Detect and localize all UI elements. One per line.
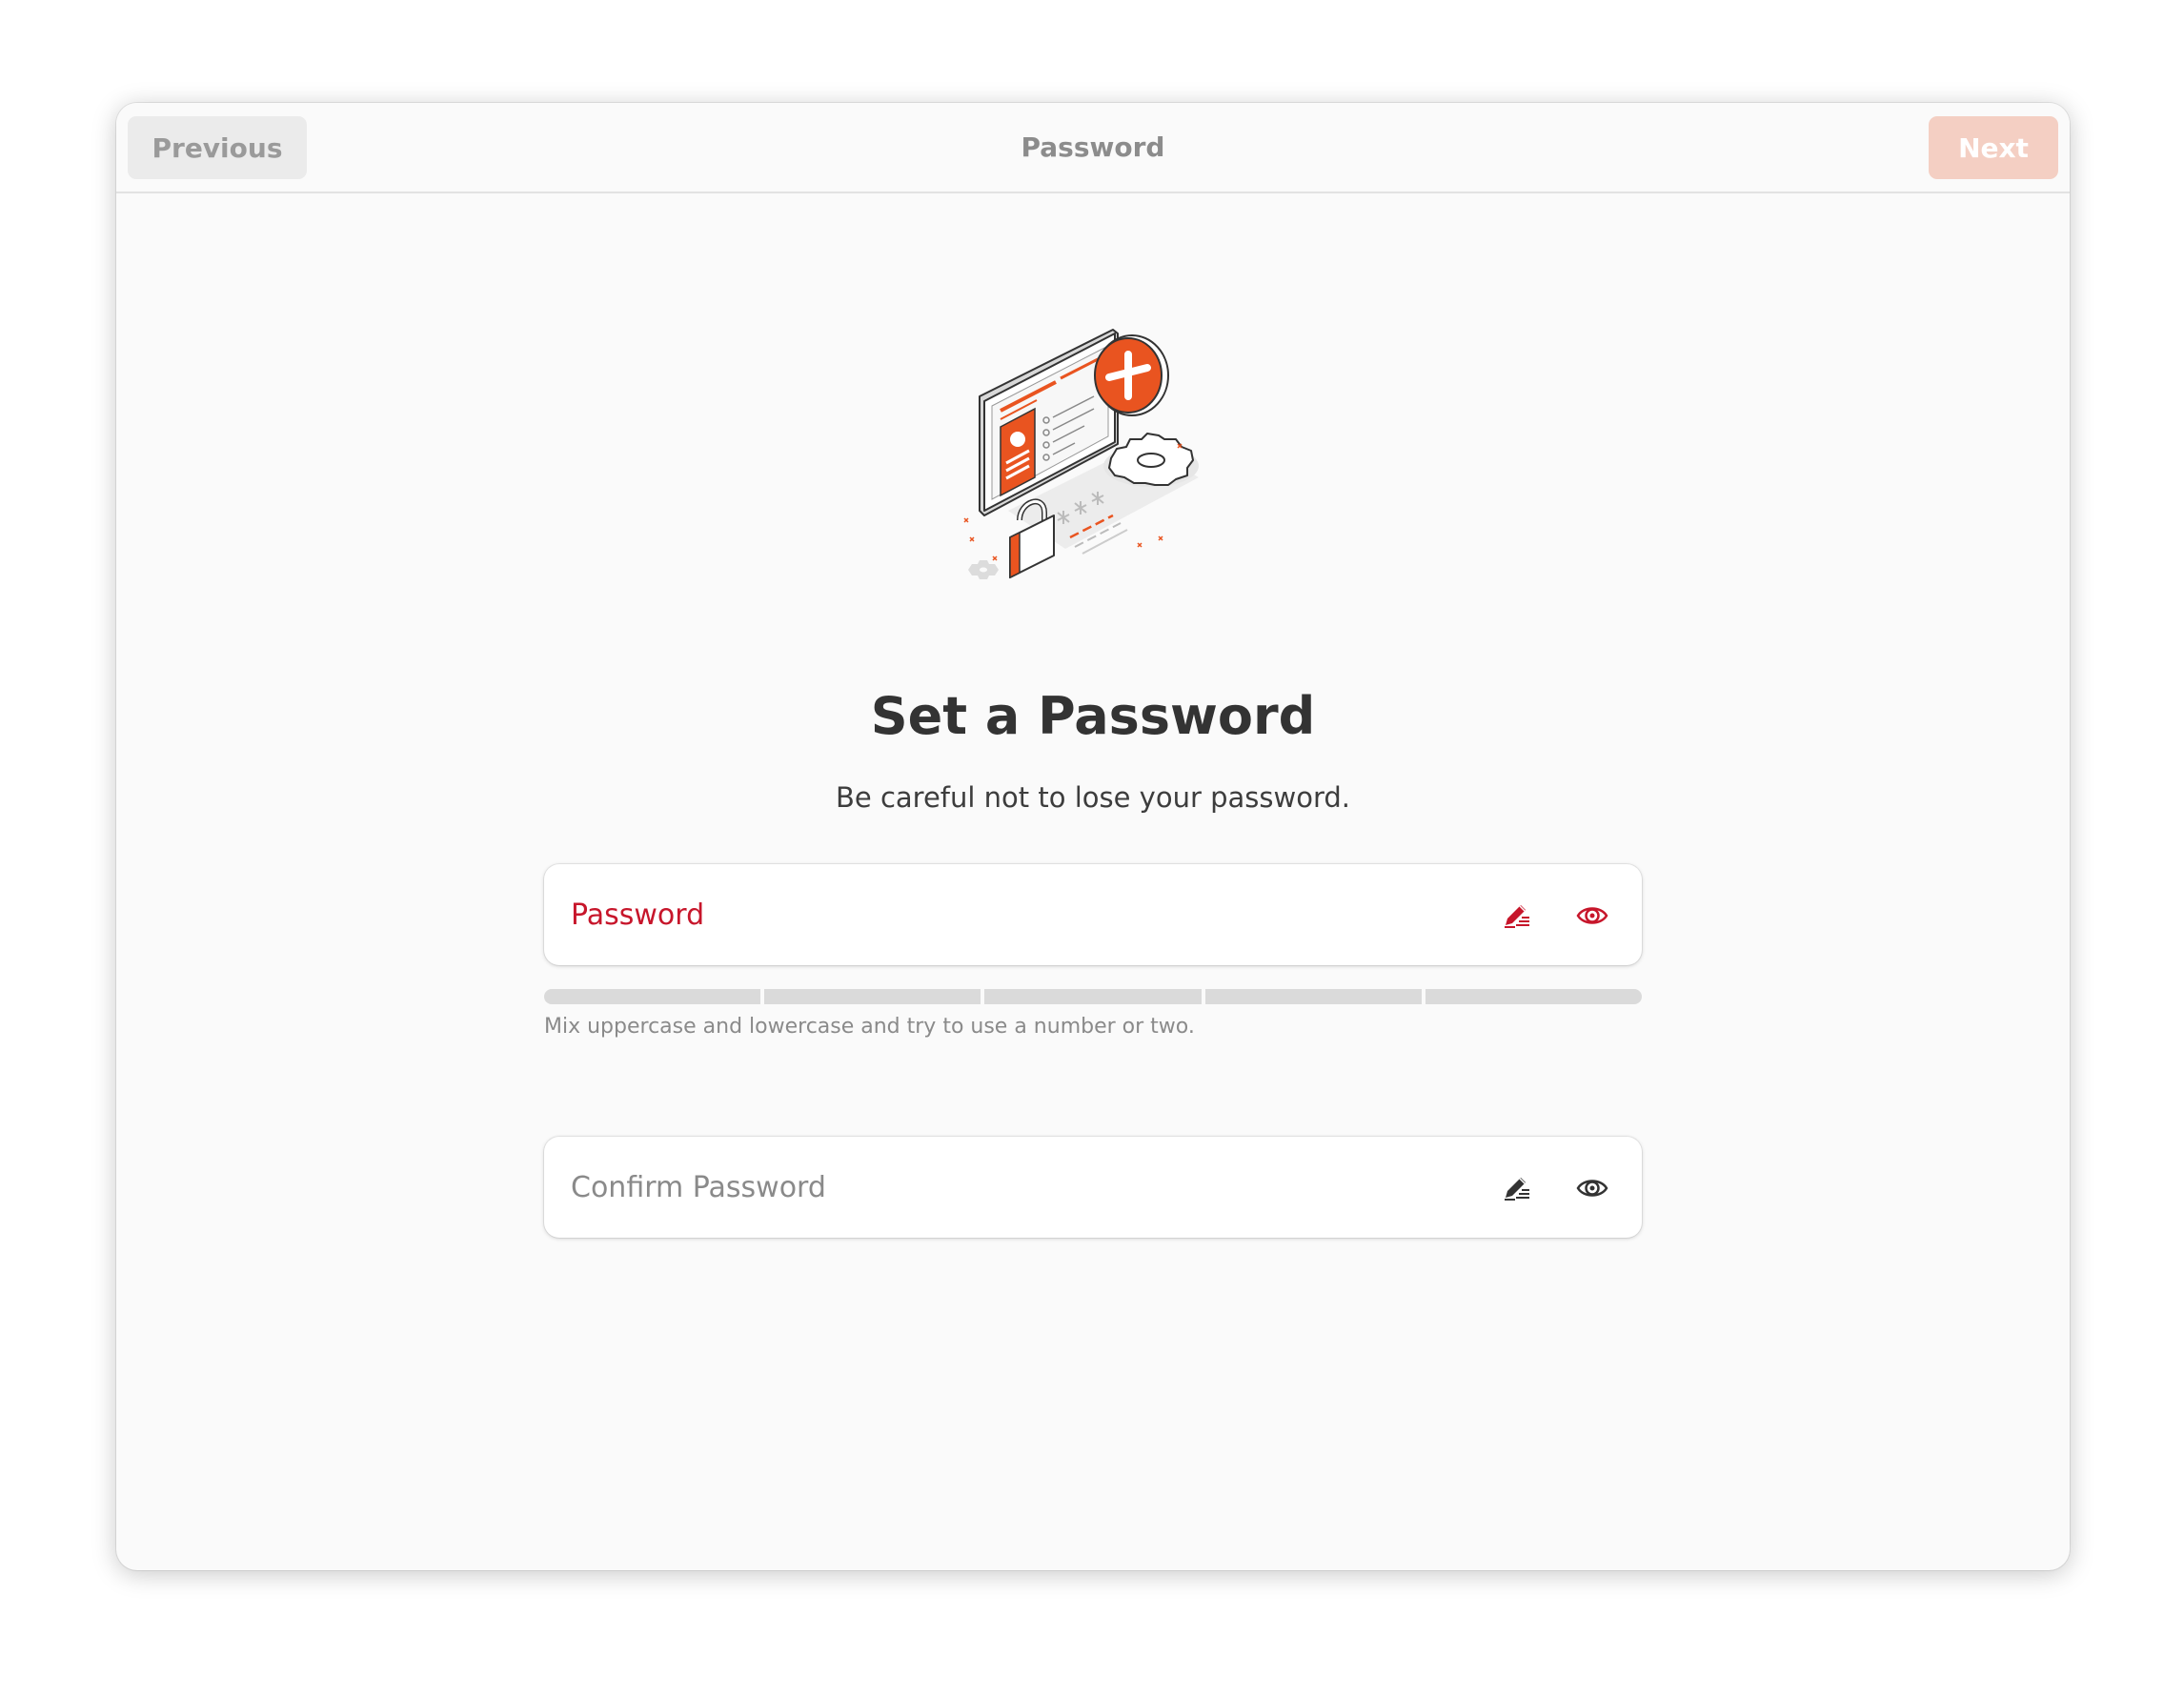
pencil-generate-icon[interactable] [1501, 899, 1533, 932]
page-subtitle: Be careful not to lose your password. [836, 781, 1350, 814]
pencil-generate-icon[interactable] [1501, 1172, 1533, 1204]
confirm-password-field[interactable]: Confirm Password [544, 1137, 1642, 1238]
page-title: Set a Password [870, 686, 1316, 746]
next-button[interactable]: Next [1929, 116, 2058, 179]
previous-button[interactable]: Previous [128, 116, 307, 179]
page-heading: Password [1021, 131, 1165, 163]
eye-icon[interactable] [1576, 899, 1608, 932]
eye-icon[interactable] [1576, 1172, 1608, 1204]
password-strength-bar [544, 989, 1643, 1004]
password-placeholder: Password [571, 898, 705, 932]
header-bar: Password Previous Next [116, 103, 2070, 193]
strength-segment [764, 989, 981, 1004]
strength-segment [984, 989, 1202, 1004]
password-field[interactable]: Password [544, 864, 1642, 965]
strength-segment [544, 989, 761, 1004]
strength-segment [1204, 989, 1422, 1004]
confirm-password-placeholder: Confirm Password [571, 1170, 826, 1204]
installer-window: Password Previous Next Set a Password Be… [116, 103, 2070, 1570]
password-hint: Mix uppercase and lowercase and try to u… [544, 1015, 1195, 1039]
password-illustration [963, 329, 1199, 579]
strength-segment [1425, 989, 1643, 1004]
